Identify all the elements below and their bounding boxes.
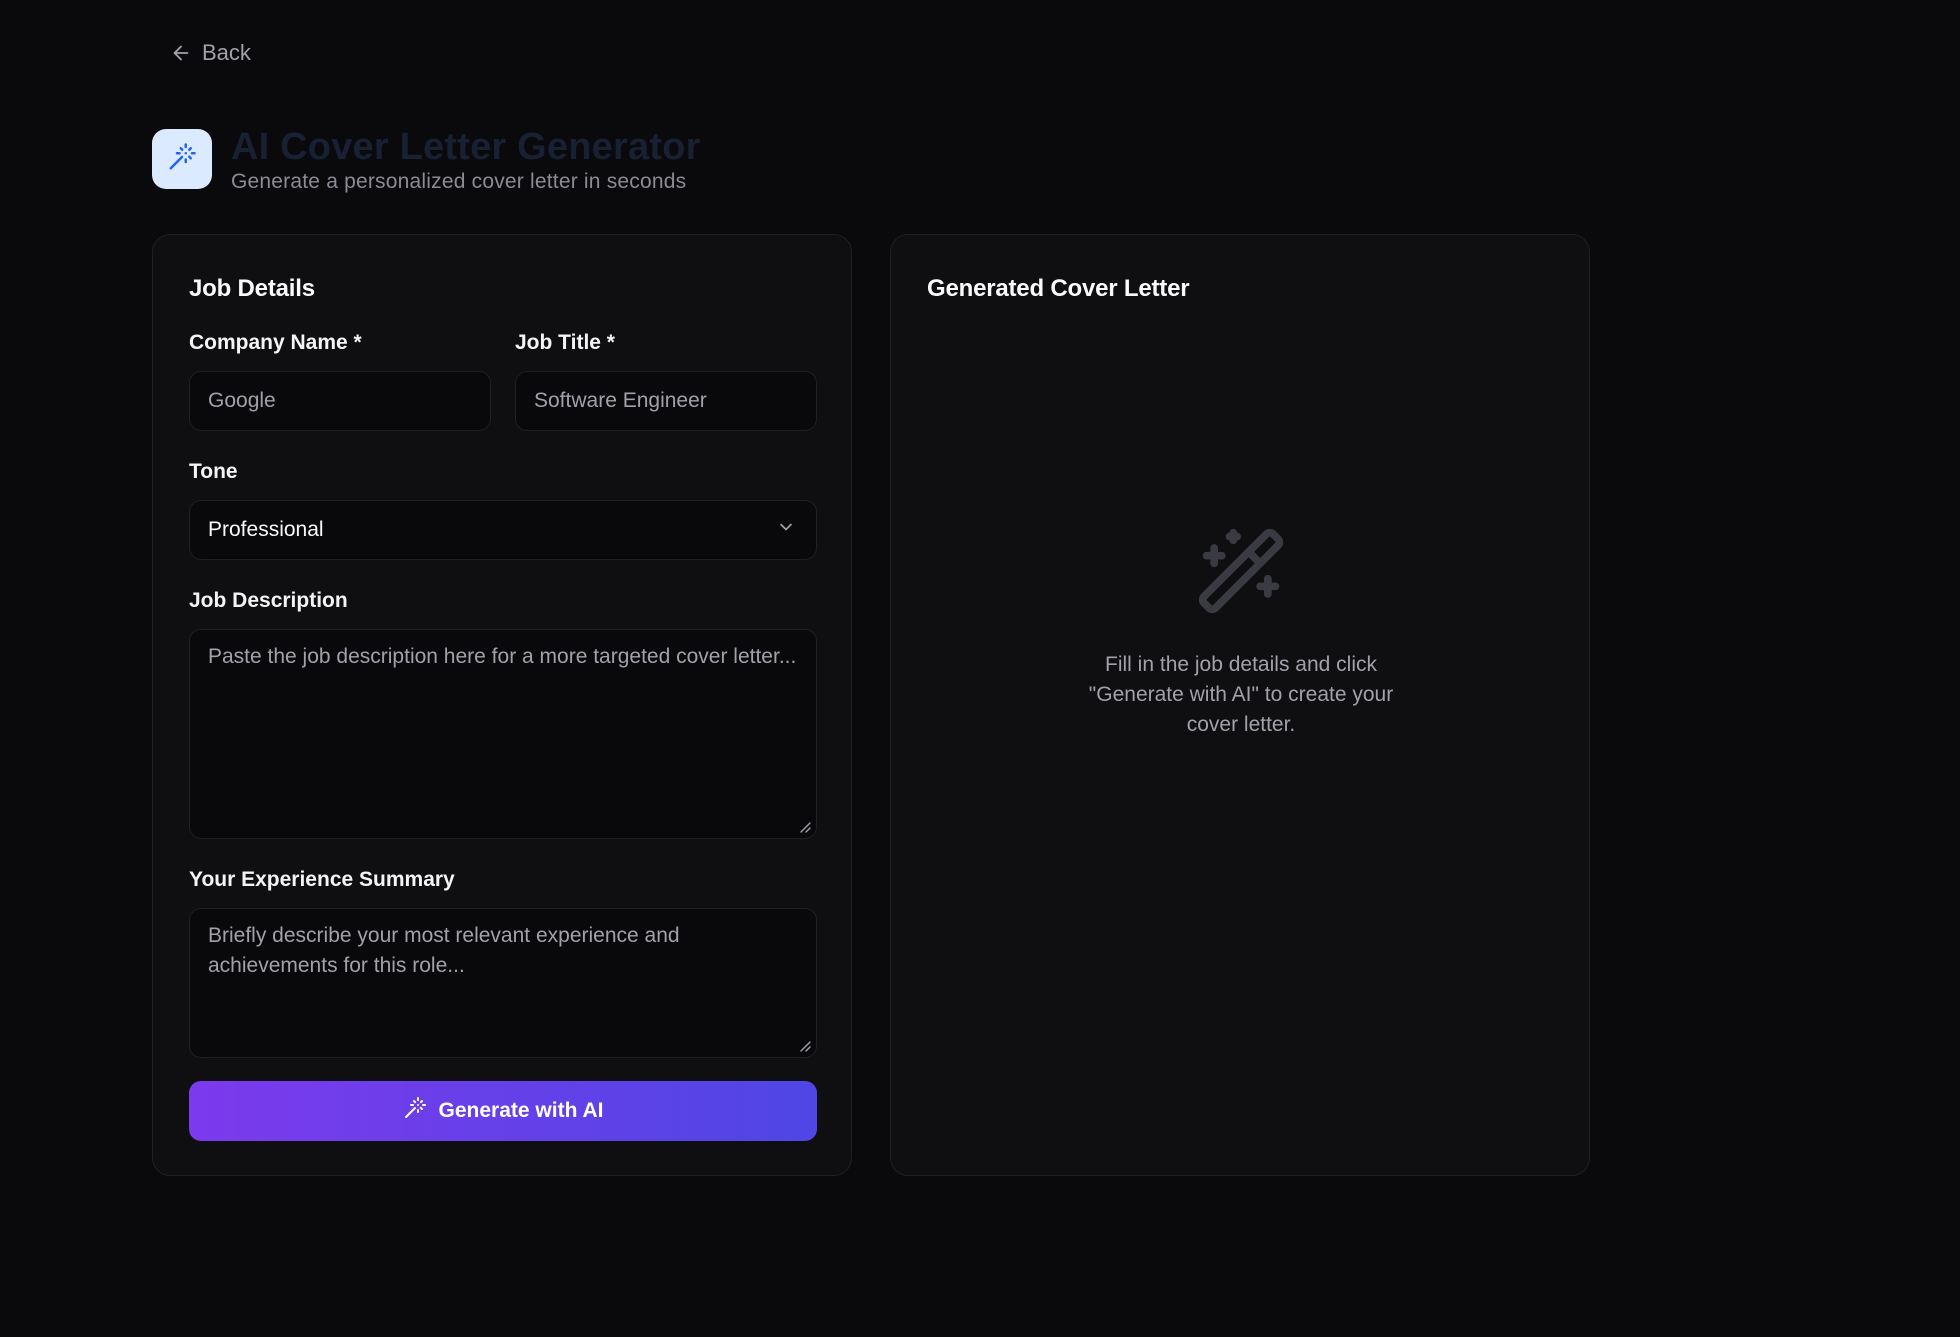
job-details-card: Job Details Company Name * Job Title * T…: [152, 234, 852, 1176]
header-icon-tile: [152, 129, 212, 189]
chevron-down-icon: [776, 517, 796, 543]
arrow-left-icon: [170, 42, 192, 64]
page: Back AI Cover Letter Generator Generate …: [0, 0, 1960, 1337]
magic-wand-icon: [403, 1096, 427, 1126]
company-name-input[interactable]: [189, 371, 491, 431]
job-description-textarea[interactable]: [189, 629, 817, 839]
resize-handle-icon[interactable]: [798, 820, 812, 834]
generated-letter-title: Generated Cover Letter: [927, 275, 1190, 302]
page-subtitle: Generate a personalized cover letter in …: [231, 170, 687, 193]
tone-select[interactable]: Professional: [189, 500, 817, 560]
empty-state: Fill in the job details and click "Gener…: [891, 525, 1591, 740]
generated-letter-card: Generated Cover Letter Fill in the job d…: [890, 234, 1590, 1176]
company-name-label: Company Name *: [189, 331, 362, 354]
job-details-title: Job Details: [189, 275, 315, 302]
back-link[interactable]: Back: [170, 40, 251, 66]
page-title: AI Cover Letter Generator: [231, 126, 701, 168]
generate-button-label: Generate with AI: [438, 1099, 604, 1122]
magic-wand-icon: [1195, 525, 1287, 622]
tone-label: Tone: [189, 460, 238, 483]
magic-wand-icon: [167, 142, 197, 177]
job-description-label: Job Description: [189, 589, 348, 612]
back-label: Back: [202, 40, 251, 65]
experience-summary-textarea[interactable]: [189, 908, 817, 1058]
job-title-label: Job Title *: [515, 331, 615, 354]
experience-summary-label: Your Experience Summary: [189, 868, 455, 891]
job-title-input[interactable]: [515, 371, 817, 431]
generate-button[interactable]: Generate with AI: [189, 1081, 817, 1141]
page-header: AI Cover Letter Generator Generate a per…: [152, 126, 701, 194]
tone-selected-value: Professional: [208, 518, 324, 541]
empty-state-message: Fill in the job details and click "Gener…: [1088, 653, 1394, 736]
resize-handle-icon[interactable]: [798, 1039, 812, 1053]
